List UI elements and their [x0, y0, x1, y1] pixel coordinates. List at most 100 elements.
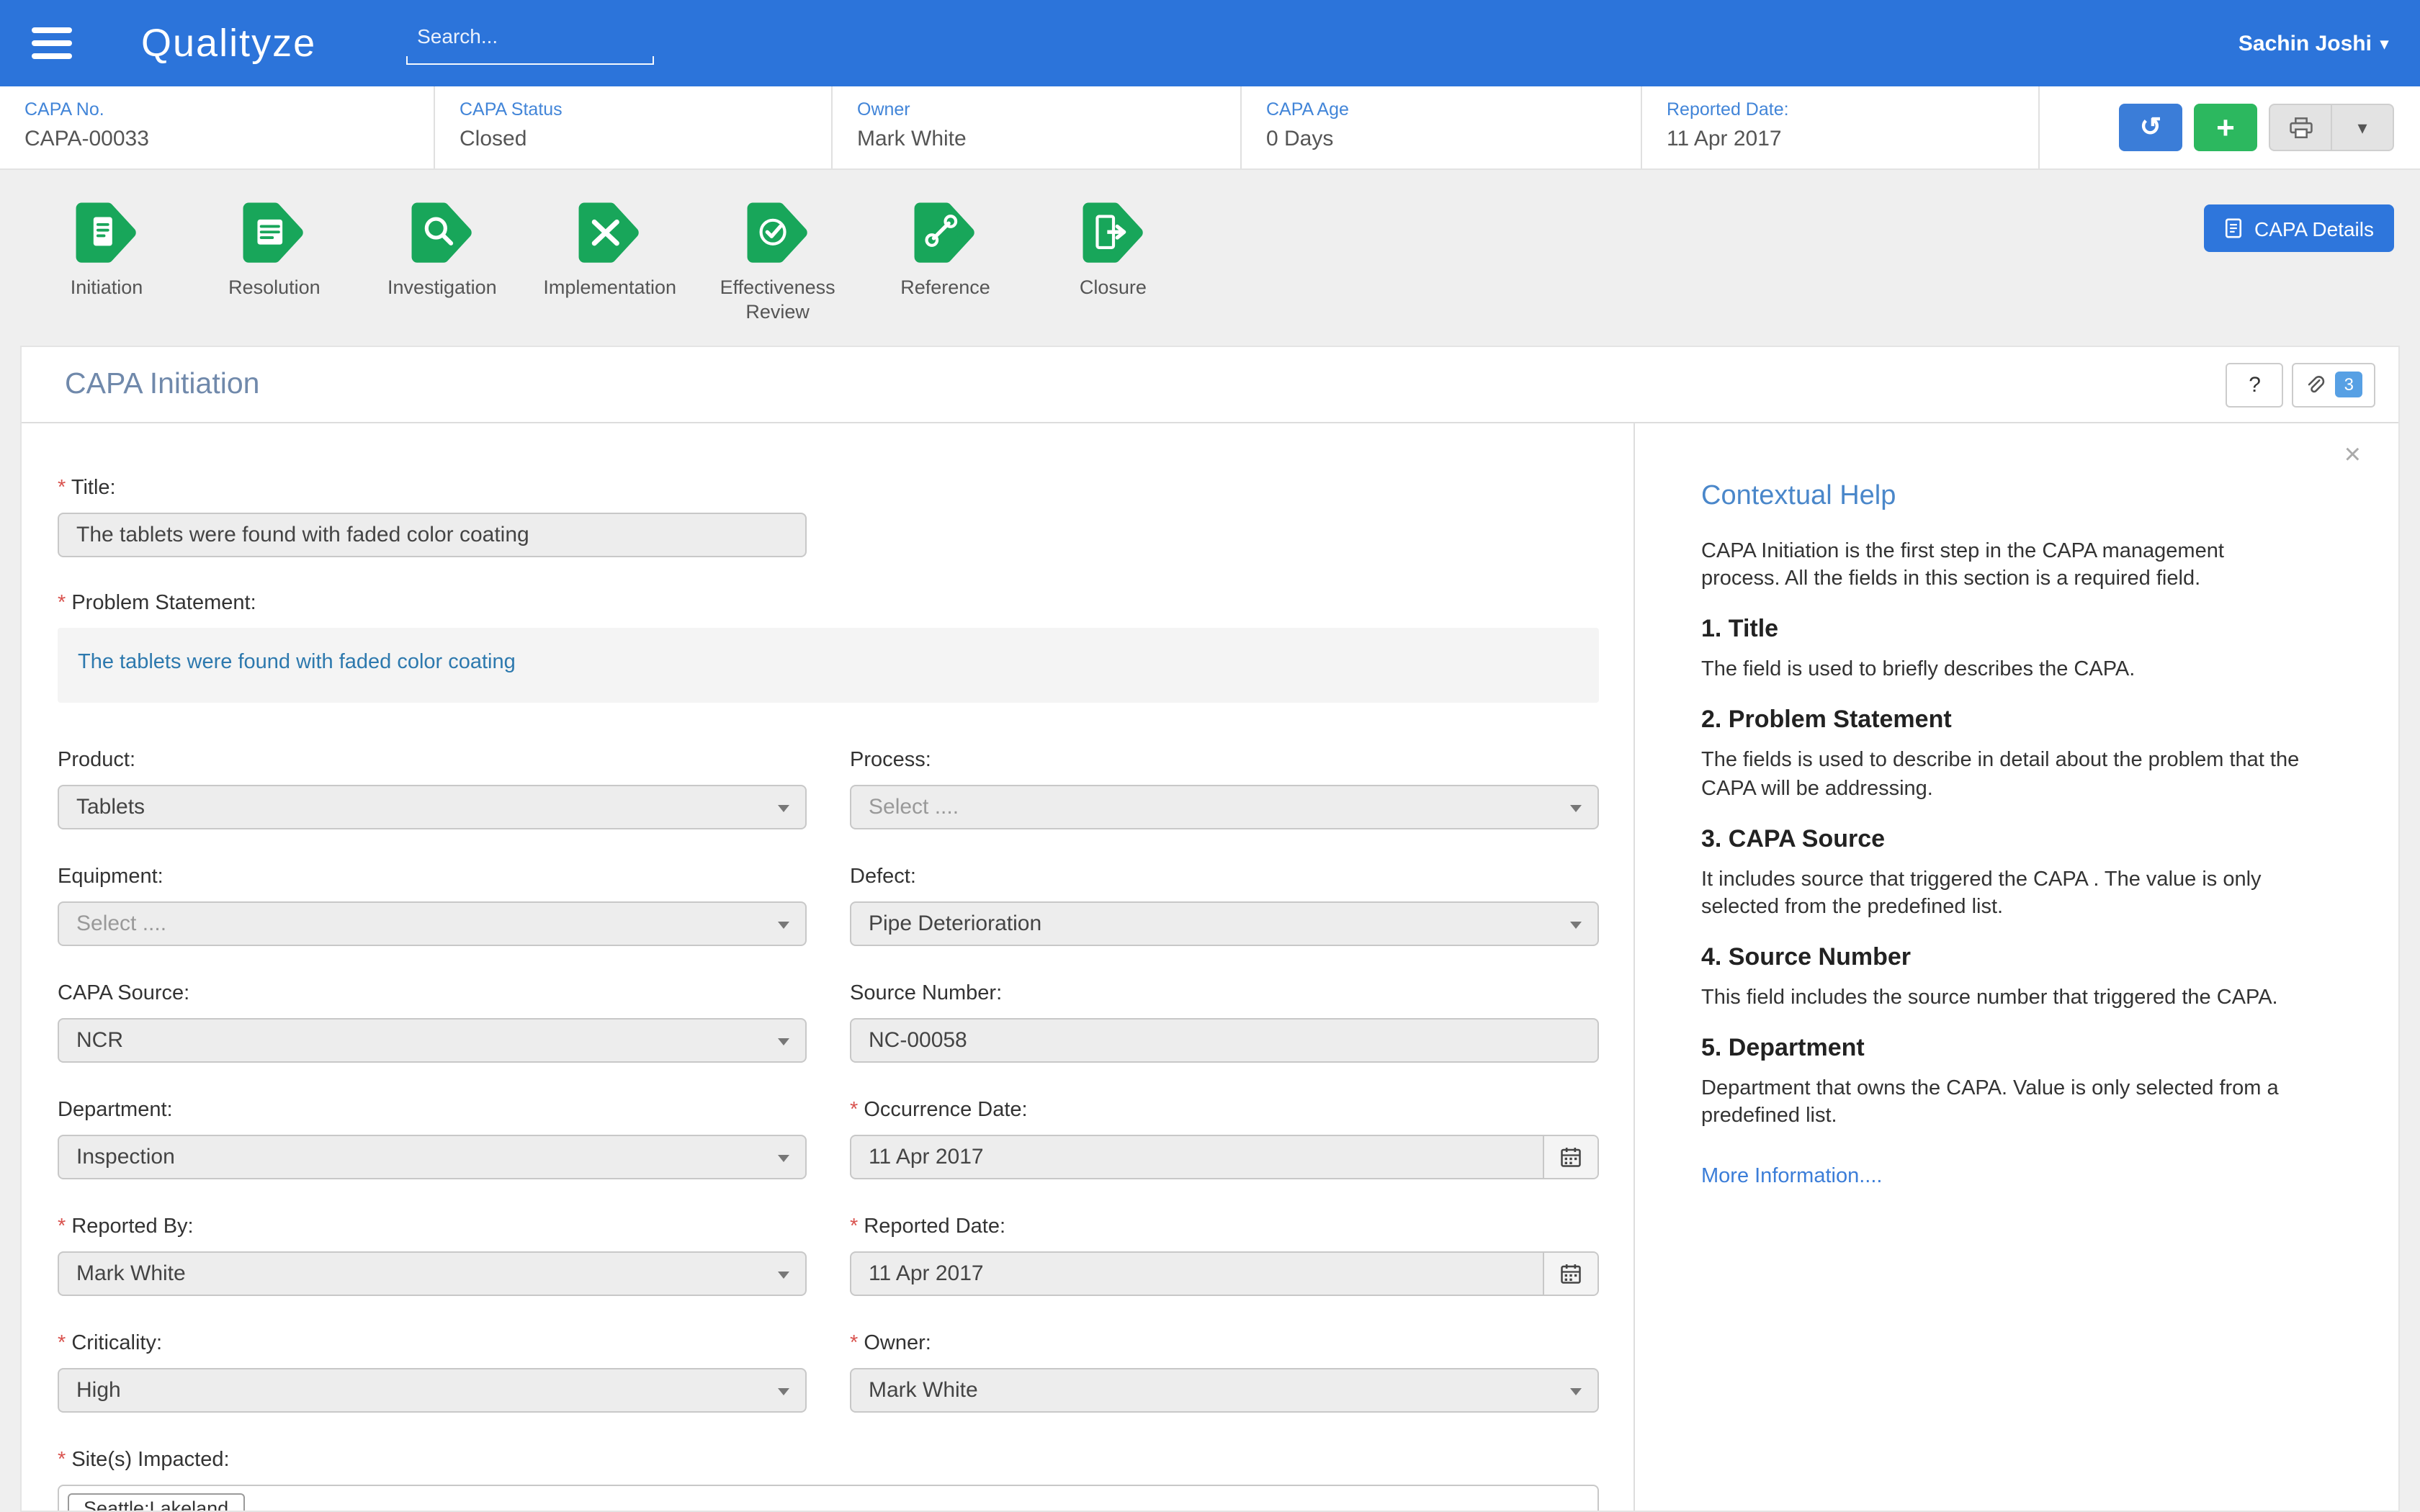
title-label: Title:: [58, 477, 1634, 500]
step-effectiveness-review[interactable]: Effectiveness Review: [697, 196, 859, 325]
help-text-department: Department that owns the CAPA. Value is …: [1701, 1077, 2279, 1128]
title-field: Title: The tablets were found with faded…: [58, 477, 1634, 557]
product-select[interactable]: Tablets: [58, 785, 807, 829]
equipment-select[interactable]: Select ....: [58, 901, 807, 946]
sites-impacted-input[interactable]: Seattle;Lakeland: [58, 1485, 1599, 1511]
attachments-button[interactable]: 3: [2292, 362, 2375, 407]
department-select[interactable]: Inspection: [58, 1135, 807, 1179]
menu-icon[interactable]: [32, 20, 75, 66]
capa-details-button[interactable]: CAPA Details: [2204, 204, 2394, 252]
product-field: Product: Tablets: [58, 749, 807, 829]
help-title: Contextual Help: [1701, 481, 1896, 511]
chevron-down-icon: [1570, 805, 1582, 812]
help-text-capa-source: It includes source that triggered the CA…: [1701, 868, 2262, 919]
document-icon: [76, 202, 136, 263]
owner-field: Owner: Mark White: [850, 1332, 1599, 1413]
reported-by-select[interactable]: Mark White: [58, 1251, 807, 1296]
problem-statement-label: Problem Statement:: [58, 592, 1634, 615]
section-body: Title: The tablets were found with faded…: [22, 423, 2398, 1511]
help-text-source-number: This field includes the source number th…: [1701, 986, 2278, 1009]
brand-logo[interactable]: Qualityze: [141, 21, 316, 66]
link-icon: [915, 202, 975, 263]
qualityze-app: Qualityze Sachin Joshi ▾ CAPA No. CAPA-0…: [0, 0, 2420, 1512]
reported-by-field: Reported By: Mark White: [58, 1215, 807, 1296]
problem-statement-input[interactable]: The tablets were found with faded color …: [58, 628, 1599, 703]
help-button[interactable]: ?: [2226, 362, 2284, 407]
add-button[interactable]: +: [2194, 104, 2257, 151]
section-title: CAPA Initiation: [65, 367, 260, 400]
print-button[interactable]: [2269, 104, 2332, 151]
contextual-help-panel: × Contextual Help CAPA Initiation is the…: [1635, 423, 2398, 1511]
capa-source-select[interactable]: NCR: [58, 1018, 807, 1063]
owner-label: Owner:: [850, 1332, 1599, 1355]
capa-source-field: CAPA Source: NCR: [58, 982, 807, 1063]
process-select[interactable]: Select ....: [850, 785, 1599, 829]
title-input[interactable]: The tablets were found with faded color …: [58, 513, 807, 557]
sites-impacted-label: Site(s) Impacted:: [58, 1449, 1634, 1472]
capa-info-bar: CAPA No. CAPA-00033 CAPA Status Closed O…: [0, 86, 2420, 170]
chevron-down-icon: [778, 1272, 789, 1279]
section-header-actions: ? 3: [2226, 362, 2375, 407]
more-actions-button[interactable]: ▾: [2331, 104, 2394, 151]
section-header: CAPA Initiation ? 3: [22, 347, 2398, 423]
chevron-down-icon: ▾: [2380, 35, 2388, 53]
reported-date-field: Reported Date: 11 Apr 2017: [850, 1215, 1599, 1296]
chevron-down-icon: [778, 1038, 789, 1045]
chevron-down-icon: [778, 1155, 789, 1162]
attachment-count-badge: 3: [2335, 372, 2362, 397]
product-label: Product:: [58, 749, 135, 772]
step-resolution[interactable]: Resolution: [194, 196, 355, 301]
equipment-field: Equipment: Select ....: [58, 865, 807, 946]
info-field-capa-status: CAPA Status Closed: [435, 86, 833, 168]
secondary-actions-group: ▾: [2269, 104, 2394, 151]
help-heading-problem-statement: 2. Problem Statement: [1701, 706, 1952, 734]
chevron-down-icon: [778, 1388, 789, 1395]
top-navbar: Qualityze Sachin Joshi ▾: [0, 0, 2420, 86]
site-tag[interactable]: Seattle;Lakeland: [68, 1493, 245, 1511]
search-input[interactable]: [405, 22, 654, 59]
occurrence-date-input[interactable]: 11 Apr 2017: [850, 1135, 1599, 1179]
document-icon: [2225, 218, 2242, 238]
occurrence-date-label: Occurrence Date:: [850, 1099, 1599, 1122]
history-button[interactable]: ↺: [2119, 104, 2182, 151]
reported-date-input[interactable]: 11 Apr 2017: [850, 1251, 1599, 1296]
user-menu[interactable]: Sachin Joshi ▾: [2238, 31, 2388, 55]
help-heading-capa-source: 3. CAPA Source: [1701, 824, 1886, 852]
source-number-label: Source Number:: [850, 982, 1003, 1005]
question-icon: ?: [2249, 372, 2261, 397]
door-icon: [1082, 202, 1143, 263]
step-investigation[interactable]: Investigation: [362, 196, 523, 301]
criticality-field: Criticality: High: [58, 1332, 807, 1413]
calendar-icon: [1561, 1148, 1581, 1167]
source-number-field: Source Number: NC-00058: [850, 982, 1599, 1063]
problem-statement-field: Problem Statement: The tablets were foun…: [58, 592, 1634, 703]
chevron-down-icon: [1570, 1388, 1582, 1395]
calendar-button[interactable]: [1543, 1253, 1597, 1295]
sites-impacted-field: Site(s) Impacted: Seattle;Lakeland: [58, 1449, 1634, 1511]
more-information-link[interactable]: More Information....: [1701, 1166, 1882, 1189]
info-field-reported-date: Reported Date: 11 Apr 2017: [1642, 86, 2040, 168]
target-check-icon: [747, 202, 807, 263]
owner-select[interactable]: Mark White: [850, 1368, 1599, 1413]
close-icon[interactable]: ×: [2344, 441, 2361, 469]
step-closure[interactable]: Closure: [1032, 196, 1193, 301]
equipment-label: Equipment:: [58, 865, 163, 888]
chevron-down-icon: [778, 805, 789, 812]
step-reference[interactable]: Reference: [865, 196, 1026, 301]
info-actions: ↺ + ▾: [2040, 86, 2420, 168]
step-initiation[interactable]: Initiation: [26, 196, 187, 301]
occurrence-date-field: Occurrence Date: 11 Apr 2017: [850, 1099, 1599, 1179]
department-field: Department: Inspection: [58, 1099, 807, 1179]
form-grid: Product: Tablets Process: Select .... Eq…: [58, 749, 1634, 1449]
step-implementation[interactable]: Implementation: [529, 196, 691, 301]
criticality-select[interactable]: High: [58, 1368, 807, 1413]
plus-icon: +: [2216, 109, 2235, 145]
defect-label: Defect:: [850, 865, 916, 888]
source-number-input[interactable]: NC-00058: [850, 1018, 1599, 1063]
process-field: Process: Select ....: [850, 749, 1599, 829]
help-heading-source-number: 4. Source Number: [1701, 942, 1911, 971]
defect-field: Defect: Pipe Deterioration: [850, 865, 1599, 946]
capa-initiation-card: CAPA Initiation ? 3 Title: The tablets w…: [20, 346, 2400, 1512]
defect-select[interactable]: Pipe Deterioration: [850, 901, 1599, 946]
calendar-button[interactable]: [1543, 1136, 1597, 1178]
